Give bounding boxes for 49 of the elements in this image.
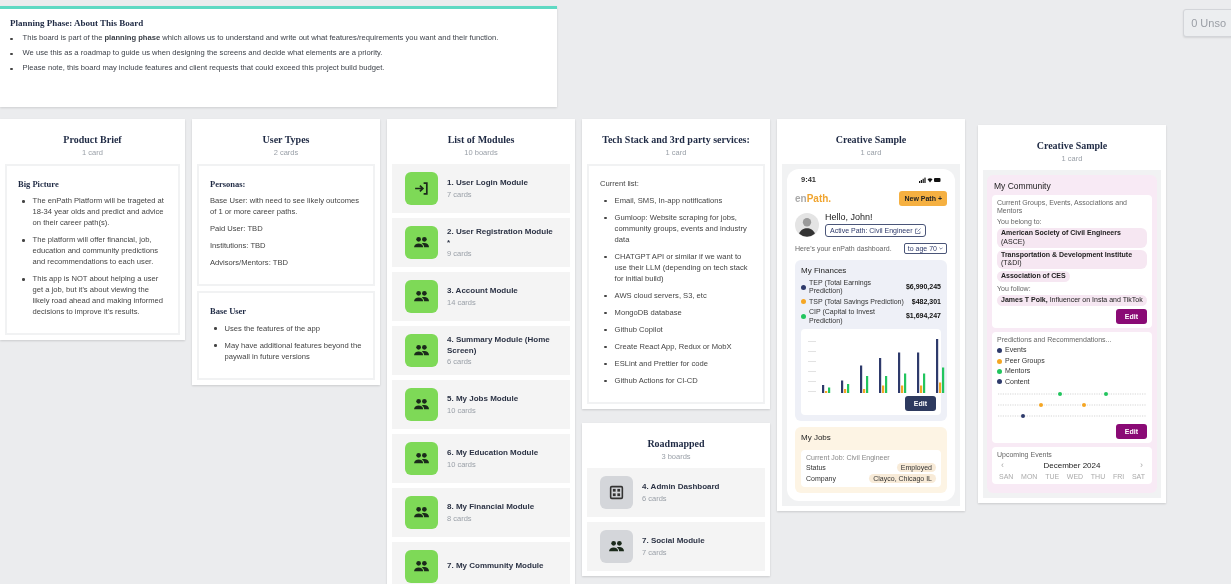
bullet-icon (604, 294, 607, 298)
bullet-icon (604, 362, 607, 366)
panel-title: My Community (994, 181, 1051, 191)
board-title: 6. My Education Module (447, 448, 539, 459)
card-heading: Base User (210, 305, 247, 318)
column-title: User Types (262, 134, 310, 145)
bullet-icon (604, 199, 607, 203)
bullet-icon (214, 327, 217, 330)
column-title: List of Modules (447, 134, 515, 145)
bullet-icon (10, 37, 13, 41)
bullet-icon (604, 255, 607, 259)
chevron-down-icon (939, 247, 943, 250)
bullet-icon (22, 199, 25, 203)
board-title: 8. My Financial Module (447, 502, 535, 513)
bullet-icon (604, 328, 607, 332)
column-title: Creative Sample (835, 134, 907, 145)
status-icons-icon (919, 176, 941, 183)
board-title: 1. User Login Module (447, 178, 528, 189)
board-card[interactable]: 7. My Community Module (392, 542, 570, 584)
bullet-icon (604, 216, 607, 220)
bullet-icon (604, 311, 607, 315)
bullet-icon (10, 67, 13, 71)
bullet-icon (214, 344, 217, 347)
bullet-icon (604, 345, 607, 349)
board-title: 7. Social Module (642, 536, 705, 547)
bullet-icon (604, 379, 607, 383)
board-title: 3. Account Module (447, 286, 518, 297)
board-title: 7. My Community Module (447, 561, 544, 572)
greeting: Hello, John! (825, 212, 873, 222)
bullet-icon (22, 238, 25, 242)
app-logo: enPath. (795, 193, 832, 204)
panel-title: My Jobs (801, 432, 831, 442)
panel-title: My Finances (801, 266, 847, 275)
edit-icon (915, 227, 922, 234)
column-title: Roadmapped (647, 438, 705, 449)
calendar-month: December 2024 (1043, 461, 1101, 471)
column-title: Creative Sample (1036, 140, 1108, 151)
board-title: 5. My Jobs Module (447, 394, 519, 405)
note-title: Planning Phase: About This Board (10, 18, 145, 28)
column-title: Product Brief (63, 134, 122, 145)
card-heading: Big Picture (18, 178, 59, 191)
board-title: 4. Admin Dashboard (642, 482, 720, 493)
board-title: 4. Summary Module (Home Screen) (447, 335, 551, 356)
bullet-icon (22, 277, 25, 281)
column-title: Tech Stack and 3rd party services: (602, 134, 750, 145)
board-title: 2. User Registration Module * (447, 227, 554, 248)
avatar-icon (795, 212, 819, 237)
card-heading: Personas: (210, 178, 246, 191)
bullet-icon (10, 52, 13, 56)
